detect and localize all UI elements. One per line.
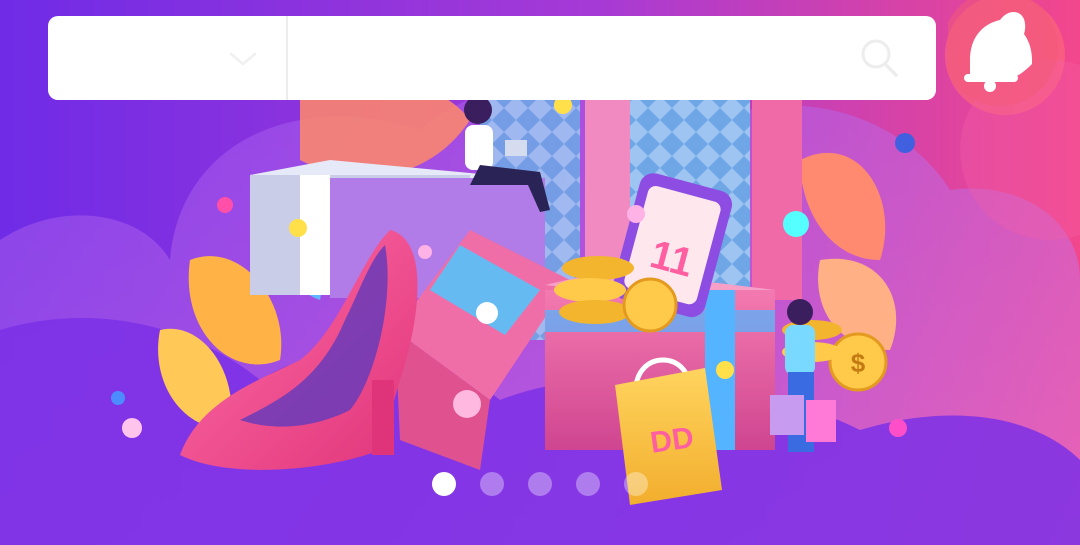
search-input[interactable] bbox=[298, 32, 862, 86]
category-select[interactable] bbox=[48, 16, 286, 100]
search-bar bbox=[48, 16, 936, 100]
carousel-dot-2[interactable] bbox=[480, 472, 504, 496]
carousel-dot-4[interactable] bbox=[576, 472, 600, 496]
chevron-down-icon[interactable] bbox=[228, 46, 258, 70]
search-icon[interactable] bbox=[854, 34, 906, 82]
bag-label-text: DD bbox=[648, 421, 696, 460]
bell-icon[interactable] bbox=[948, 0, 1070, 112]
coin-symbol-text: $ bbox=[851, 348, 866, 378]
search-divider bbox=[286, 16, 288, 100]
app-screen: 11 DD $ bbox=[0, 0, 1080, 545]
carousel-indicators bbox=[432, 472, 652, 496]
carousel-dot-5[interactable] bbox=[624, 472, 648, 496]
carousel-dot-3[interactable] bbox=[528, 472, 552, 496]
carousel-dot-1[interactable] bbox=[432, 472, 456, 496]
